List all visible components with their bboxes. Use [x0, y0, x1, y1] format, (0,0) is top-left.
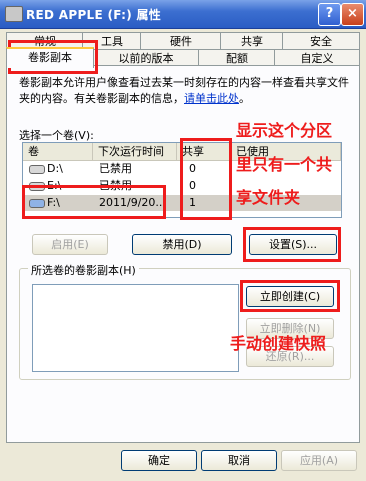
- apply-button[interactable]: 应用(A): [281, 450, 357, 471]
- annotation-share-line-2: 里只有一个共: [236, 155, 333, 174]
- cancel-button[interactable]: 取消: [201, 450, 277, 471]
- column-volume[interactable]: 卷: [23, 143, 93, 160]
- drive-icon: [29, 165, 45, 174]
- drive-icon: [5, 6, 23, 22]
- disable-button[interactable]: 禁用(D): [132, 234, 232, 255]
- description-suffix: 。: [239, 92, 250, 105]
- ok-button[interactable]: 确定: [121, 450, 197, 471]
- help-button[interactable]: ?: [318, 3, 341, 26]
- highlight-shares-column: [180, 138, 232, 220]
- annotation-snapshot: 手动创建快照: [230, 334, 327, 353]
- highlight-f-drive-row: [22, 185, 166, 219]
- shadow-copies-group-label: 所选卷的卷影副本(H): [28, 262, 139, 278]
- annotation-share-line-1: 显示这个分区: [236, 121, 333, 140]
- title-bar: RED APPLE (F:) 属性 ? ×: [0, 0, 366, 29]
- tab-shadow-copies[interactable]: 卷影副本: [6, 47, 94, 68]
- description: 卷影副本允许用户像查看过去某一时刻存在的内容一样查看共享文件夹的内容。有关卷影副…: [19, 75, 349, 107]
- highlight-settings-button: [243, 227, 341, 262]
- tab-security[interactable]: 安全: [282, 32, 360, 50]
- volume-cell: D:\: [47, 162, 63, 175]
- close-button[interactable]: ×: [341, 3, 364, 26]
- next-run-cell: 已禁用: [99, 162, 132, 175]
- window-title: RED APPLE (F:) 属性: [26, 8, 162, 22]
- tab-hardware[interactable]: 硬件: [140, 32, 222, 50]
- column-next-run[interactable]: 下次运行时间: [93, 143, 177, 160]
- select-volume-label: 选择一个卷(V):: [19, 129, 94, 142]
- tab-sharing[interactable]: 共享: [220, 32, 284, 50]
- annotation-share-line-3: 享文件夹: [236, 188, 301, 207]
- shadow-copies-list[interactable]: [32, 284, 239, 372]
- highlight-create-now-button: [240, 280, 340, 312]
- help-link[interactable]: 请单击此处: [184, 92, 239, 105]
- enable-button[interactable]: 启用(E): [32, 234, 108, 255]
